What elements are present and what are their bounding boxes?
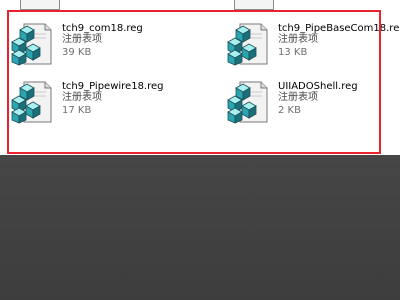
highlight-box	[7, 10, 381, 154]
partial-file-icon[interactable]	[234, 0, 274, 10]
file-list-pane: tch9_com18.reg 注册表项 39 KB tch9_PipeBaseC…	[0, 0, 400, 155]
partial-file-icon[interactable]	[20, 0, 60, 10]
dark-background	[0, 155, 400, 300]
